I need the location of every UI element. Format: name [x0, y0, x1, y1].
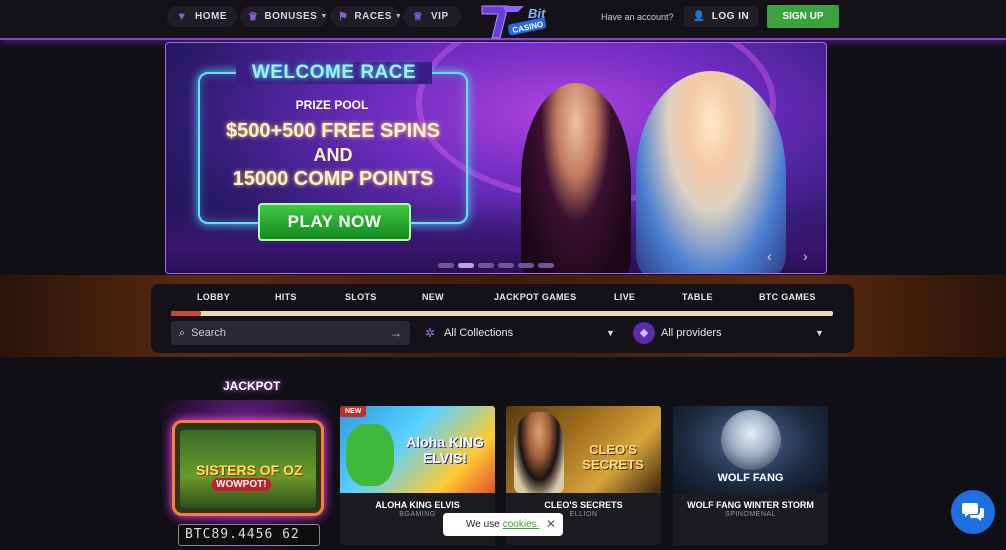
search-input[interactable] [191, 327, 382, 339]
arrow-right-icon[interactable]: → [390, 326, 402, 340]
logo-mark-icon: ▼ [176, 10, 188, 23]
collections-icon: ✲ [425, 326, 436, 340]
tab-slots[interactable]: SLOTS [345, 292, 377, 302]
search-box[interactable]: ⌕ → [171, 321, 410, 345]
hero-prize-line3: 15000 COMP POINTS [232, 168, 434, 190]
game-thumbnail-title: WOLF FANG [717, 472, 784, 484]
nav-bonuses-label: BONUSES [264, 11, 318, 22]
providers-icon: ◆ [633, 322, 655, 344]
chat-bubbles-icon [962, 503, 984, 521]
user-icon: 👤 [692, 11, 706, 22]
game-name: CLEO'S SECRETS [544, 500, 623, 510]
carousel-next-icon[interactable]: › [803, 248, 808, 264]
nav-home[interactable]: ▼ HOME [167, 6, 237, 27]
top-navbar: ▼ HOME ♛ BONUSES ▼ ⚑ RACES ▼ ♕ VIP Bit C… [0, 0, 1006, 40]
tab-lobby[interactable]: LOBBY [197, 292, 230, 302]
new-badge: NEW [340, 406, 367, 417]
tab-hits[interactable]: HITS [275, 292, 297, 302]
tab-jackpot-games[interactable]: JACKPOT GAMES [494, 292, 576, 302]
chevron-down-icon: ▼ [394, 13, 403, 20]
carousel-dot[interactable] [438, 263, 454, 268]
carousel-dots [438, 263, 554, 268]
login-button[interactable]: 👤 LOG IN [684, 6, 758, 27]
svg-text:CASINO: CASINO [512, 20, 544, 35]
tab-underline-track [171, 311, 833, 316]
close-icon[interactable]: ✕ [546, 517, 556, 531]
carousel-dot[interactable] [498, 263, 514, 268]
tab-underline-active [171, 311, 201, 316]
hero-title: WELCOME RACE [236, 62, 432, 84]
game-name: WOLF FANG WINTER STORM [687, 500, 814, 510]
carousel-dot[interactable] [478, 263, 494, 268]
carousel-prev-icon[interactable]: ‹ [767, 248, 772, 264]
game-thumbnail[interactable]: CLEO'S SECRETS [506, 406, 661, 493]
signup-button[interactable]: SIGN UP [767, 5, 839, 28]
frog-character [346, 424, 394, 486]
hero-character-left [521, 83, 631, 273]
cookie-text: We use [466, 519, 500, 530]
hero-subtitle: PRIZE POOL [295, 98, 369, 112]
site-logo[interactable]: Bit CASINO [478, 2, 552, 42]
nav-vip-label: VIP [431, 11, 449, 22]
chat-button[interactable] [951, 490, 995, 534]
carousel-dot-active[interactable] [458, 263, 474, 268]
nav-home-label: HOME [195, 11, 227, 22]
nav-bonuses[interactable]: ♛ BONUSES ▼ [240, 6, 327, 27]
jackpot-heading: JACKPOT [223, 379, 281, 393]
collections-value: All Collections [444, 327, 514, 339]
game-thumbnail-title: Aloha KING ELVIS! [406, 434, 484, 466]
game-thumbnail-title: CLEO'S SECRETS [582, 442, 644, 472]
login-label: LOG IN [711, 11, 750, 22]
category-tabs: LOBBY HITS SLOTS NEW JACKPOT GAMES LIVE … [171, 292, 834, 306]
jackpot-amount: BTC89.4456 62 [178, 524, 320, 546]
tab-live[interactable]: LIVE [614, 292, 635, 302]
game-name: ALOHA KING ELVIS [375, 500, 460, 510]
play-now-button[interactable]: PLAY NOW [258, 203, 411, 241]
jackpot-game-title: SISTERS OF OZ [196, 462, 303, 478]
nav-races-label: RACES [354, 11, 392, 22]
game-provider: SPINOMENAL [725, 511, 776, 518]
tab-btc-games[interactable]: BTC GAMES [759, 292, 816, 302]
jackpot-game-badge: WOWPOT! [212, 478, 271, 491]
search-icon: ⌕ [179, 326, 186, 339]
hero-prize-line1: $500+500 FREE SPINS [225, 120, 440, 142]
flag-icon: ⚑ [338, 10, 349, 23]
carousel-dot[interactable] [538, 263, 554, 268]
collections-dropdown[interactable]: ✲ All Collections ▼ [425, 321, 618, 345]
game-thumbnail[interactable]: WOLF FANG [673, 406, 828, 493]
wolf-character [721, 410, 781, 470]
game-thumbnail[interactable]: Aloha KING ELVIS! [340, 406, 495, 493]
providers-value: All providers [661, 327, 722, 339]
cookie-link[interactable]: cookies. [503, 519, 540, 530]
hero-character-right [636, 71, 786, 273]
cookie-banner: We use cookies. ✕ [443, 513, 563, 536]
account-question-text: Have an account? [601, 12, 674, 22]
tab-new[interactable]: NEW [422, 292, 444, 302]
hero-prize-line2: AND [313, 145, 353, 165]
vip-crown-icon: ♕ [412, 10, 424, 23]
cleopatra-character [514, 412, 564, 493]
nav-races[interactable]: ⚑ RACES ▼ [330, 6, 403, 27]
game-card-wolf-fang[interactable]: WOLF FANG WOLF FANG WINTER STORM SPINOME… [673, 406, 828, 545]
chevron-down-icon: ▼ [815, 328, 824, 338]
chevron-down-icon: ▼ [320, 13, 328, 20]
carousel-dot[interactable] [518, 263, 534, 268]
crown-icon: ♛ [248, 10, 259, 23]
tab-table[interactable]: TABLE [682, 292, 713, 302]
providers-dropdown[interactable]: ◆ All providers ▼ [633, 321, 833, 345]
chevron-down-icon: ▼ [606, 328, 615, 338]
nav-vip[interactable]: ♕ VIP [403, 6, 461, 27]
